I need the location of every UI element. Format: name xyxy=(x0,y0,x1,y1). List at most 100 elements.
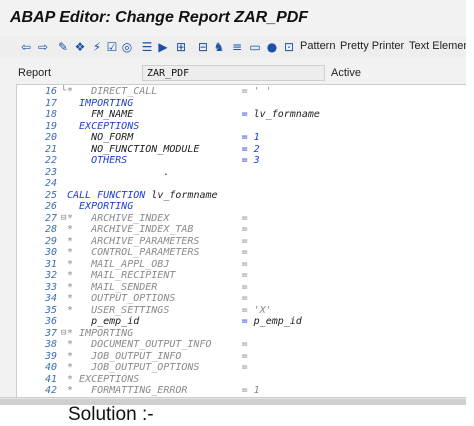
code-text: * MAIL_APPL_OBJ = xyxy=(67,258,248,270)
screen-icon[interactable]: ▭ xyxy=(248,40,262,54)
code-line[interactable]: 31 * MAIL_APPL_OBJ = xyxy=(17,259,466,271)
code-line[interactable]: 20 NO_FORM = 1 xyxy=(17,132,466,144)
code-line[interactable]: 39 * JOB_OUTPUT_INFO = xyxy=(17,351,466,363)
code-text: * ARCHIVE_INDEX = xyxy=(67,212,248,224)
code-text: FM_NAME = lv_formname xyxy=(67,109,320,120)
display-change-icon[interactable]: ✎ xyxy=(56,40,70,54)
code-text: OTHERS = 3 xyxy=(67,155,260,166)
line-number: 42 xyxy=(44,385,57,396)
where-used-icon[interactable]: ◎ xyxy=(120,40,134,54)
code-text: CALL FUNCTION lv_formname xyxy=(67,189,218,201)
code-text: NO_FUNCTION_MODULE = 2 xyxy=(67,143,260,155)
other-object-icon[interactable]: ❖ xyxy=(73,40,87,54)
line-number: 40 xyxy=(44,362,57,373)
abap-editor-window: ABAP Editor: Change Report ZAR_PDF Patte… xyxy=(0,0,466,405)
code-line[interactable]: 27 ⊟ * ARCHIVE_INDEX = xyxy=(17,213,466,225)
split-icon[interactable]: ≡ xyxy=(230,40,244,54)
text-elements-button[interactable]: Text Elements xyxy=(409,40,466,52)
report-name-field[interactable]: ZAR_PDF xyxy=(142,65,325,81)
pretty-printer-button[interactable]: Pretty Printer xyxy=(340,40,404,52)
code-text: NO_FORM = 1 xyxy=(67,132,260,143)
code-line[interactable]: 22 OTHERS = 3 xyxy=(17,155,466,167)
line-number: 36 xyxy=(44,316,57,327)
code-line[interactable]: 36 p_emp_id = p_emp_id xyxy=(17,316,466,328)
back-icon[interactable]: ⇦ xyxy=(19,40,33,54)
code-text: * MAIL_RECIPIENT = xyxy=(67,270,248,281)
code-text: * EXCEPTIONS xyxy=(67,373,140,385)
line-number: 21 xyxy=(44,143,57,155)
code-line[interactable]: 18 FM_NAME = lv_formname xyxy=(17,109,466,121)
code-line[interactable]: 32 * MAIL_RECIPIENT = xyxy=(17,270,466,282)
code-text: * MAIL_SENDER = xyxy=(67,281,248,293)
code-text: p_emp_id = p_emp_id xyxy=(67,316,302,327)
code-line[interactable]: 29 * ARCHIVE_PARAMETERS = xyxy=(17,236,466,248)
code-line[interactable]: 19 EXCEPTIONS xyxy=(17,121,466,133)
code-text: * ARCHIVE_PARAMETERS = xyxy=(67,235,248,247)
code-text: EXPORTING xyxy=(67,201,134,212)
code-text: IMPORTING xyxy=(67,97,134,109)
code-text: * DOCUMENT_OUTPUT_INFO = xyxy=(67,339,248,350)
code-line[interactable]: 24 xyxy=(17,178,466,190)
line-number: 41 xyxy=(44,373,57,385)
pattern-button[interactable]: Pattern xyxy=(300,40,335,52)
object-list-icon[interactable]: ☰ xyxy=(140,40,154,54)
line-number: 27 xyxy=(44,212,57,224)
window-title: ABAP Editor: Change Report ZAR_PDF xyxy=(10,9,309,26)
hierarchy-icon[interactable]: ⊞ xyxy=(174,40,188,54)
breakpoint-icon[interactable]: ● xyxy=(265,40,279,54)
code-text: * JOB_OUTPUT_OPTIONS = xyxy=(67,362,248,373)
check-icon[interactable]: ☑ xyxy=(105,40,119,54)
code-text: EXCEPTIONS xyxy=(67,120,140,132)
code-line[interactable]: 41 * EXCEPTIONS xyxy=(17,374,466,386)
application-toolbar: Pattern Pretty Printer Text Elements ⇦⇨ ✎… xyxy=(0,36,466,58)
code-text: * JOB_OUTPUT_INFO = xyxy=(67,350,248,362)
code-text: * IMPORTING xyxy=(67,327,134,339)
code-line[interactable]: 38 * DOCUMENT_OUTPUT_INFO = xyxy=(17,339,466,351)
code-line[interactable]: 37 ⊟ * IMPORTING xyxy=(17,328,466,340)
line-number: 32 xyxy=(44,270,57,281)
tree-icon[interactable]: ♞ xyxy=(212,40,226,54)
line-number: 37 xyxy=(44,327,57,339)
code-line[interactable]: 34 * OUTPUT_OPTIONS = xyxy=(17,293,466,305)
code-line[interactable]: 42 * FORMATTING_ERROR = 1 xyxy=(17,385,466,397)
line-number: 25 xyxy=(44,189,57,201)
line-number: 29 xyxy=(44,235,57,247)
code-line[interactable]: 16 └ * DIRECT_CALL = ' ' xyxy=(17,86,466,98)
forward-icon[interactable]: ⇨ xyxy=(36,40,50,54)
line-number: 39 xyxy=(44,350,57,362)
line-number: 30 xyxy=(44,247,57,258)
code-text: * OUTPUT_OPTIONS = xyxy=(67,293,248,304)
line-number: 26 xyxy=(44,201,57,212)
code-text: * CONTROL_PARAMETERS = xyxy=(67,247,248,258)
line-number: 22 xyxy=(44,155,57,166)
code-line[interactable]: 28 * ARCHIVE_INDEX_TAB = xyxy=(17,224,466,236)
code-line[interactable]: 30 * CONTROL_PARAMETERS = xyxy=(17,247,466,259)
line-number: 28 xyxy=(44,224,57,235)
code-line[interactable]: 26 EXPORTING xyxy=(17,201,466,213)
line-number: 23 xyxy=(44,166,57,178)
line-number: 20 xyxy=(44,132,57,143)
code-line[interactable]: 23 . xyxy=(17,167,466,179)
code-line[interactable]: 17 IMPORTING xyxy=(17,98,466,110)
title-bar: ABAP Editor: Change Report ZAR_PDF xyxy=(0,0,466,36)
line-number: 17 xyxy=(44,97,57,109)
code-text: . xyxy=(67,166,170,178)
info-icon[interactable]: ⊡ xyxy=(282,40,296,54)
code-line[interactable]: 40 * JOB_OUTPUT_OPTIONS = xyxy=(17,362,466,374)
code-line[interactable]: 35 * USER_SETTINGS = 'X' xyxy=(17,305,466,317)
code-line[interactable]: 33 * MAIL_SENDER = xyxy=(17,282,466,294)
line-number: 33 xyxy=(44,281,57,293)
code-text: * USER_SETTINGS = 'X' xyxy=(67,304,272,316)
report-bar: Report ZAR_PDF Active xyxy=(0,64,466,84)
test-icon[interactable]: ▶ xyxy=(156,40,170,54)
navigation-icon[interactable]: ⊟ xyxy=(196,40,210,54)
code-line[interactable]: 25 CALL FUNCTION lv_formname xyxy=(17,190,466,202)
code-line[interactable]: 21 NO_FUNCTION_MODULE = 2 xyxy=(17,144,466,156)
line-number: 38 xyxy=(44,339,57,350)
line-number: 24 xyxy=(44,178,57,189)
line-number: 16 xyxy=(44,86,57,97)
line-number: 18 xyxy=(44,109,57,120)
report-label: Report xyxy=(18,67,52,79)
code-editor[interactable]: 16 └ * DIRECT_CALL = ' ' 17 IMPORTING 18 FM_… xyxy=(16,84,466,398)
activate-icon[interactable]: ⚡ xyxy=(90,40,104,54)
